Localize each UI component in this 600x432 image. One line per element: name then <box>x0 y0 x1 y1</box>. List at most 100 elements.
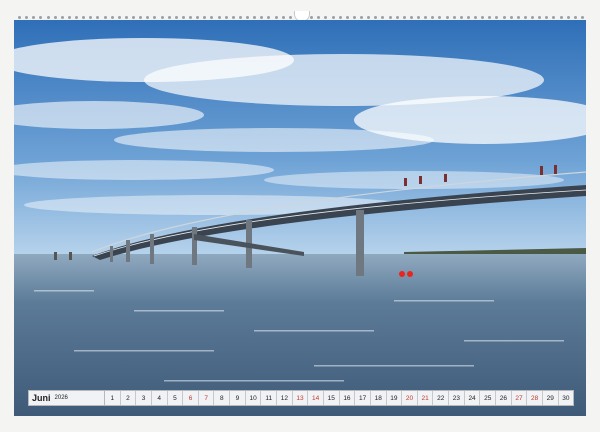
calendar-strip: Juni 2026 1 2 3 4 5 6 7 8 9 10 11 12 13 14 15 16 17 18 19 2… <box>28 390 574 406</box>
binding-ring <box>531 15 534 19</box>
day-cell: 15 <box>324 391 340 405</box>
binding-ring <box>139 15 143 19</box>
binding-ring <box>132 15 135 19</box>
binding-ring <box>274 15 278 19</box>
binding-ring <box>417 15 420 19</box>
binding-ring <box>431 15 435 19</box>
binding-ring <box>580 15 584 19</box>
binding-ring <box>338 15 342 19</box>
binding-ring <box>452 15 456 19</box>
day-cell: 27 <box>512 391 528 405</box>
binding-ring <box>18 15 21 19</box>
binding-ring <box>89 15 93 19</box>
day-cell: 18 <box>371 391 387 405</box>
binding-ring <box>67 15 71 19</box>
binding-ring <box>402 15 406 19</box>
year: 2026 <box>54 395 68 401</box>
binding-ring <box>167 15 171 19</box>
binding-ring <box>445 15 449 19</box>
day-cell: 9 <box>230 391 246 405</box>
binding-ring <box>146 15 150 19</box>
binding-ring <box>474 15 477 19</box>
binding-ring <box>203 15 207 19</box>
calendar-photo <box>14 20 586 416</box>
day-cell: 1 <box>105 391 121 405</box>
day-cell: 6 <box>183 391 199 405</box>
binding-ring <box>324 15 328 19</box>
binding-ring <box>495 15 499 19</box>
binding-ring <box>196 15 200 19</box>
binding-ring <box>438 15 442 19</box>
binding-ring <box>381 15 385 19</box>
binding-ring <box>545 15 549 19</box>
day-cell: 22 <box>433 391 450 405</box>
binding-ring <box>160 15 164 19</box>
binding-ring <box>103 15 107 19</box>
day-cell: 24 <box>465 391 481 405</box>
day-cell: 2 <box>121 391 137 405</box>
binding-ring <box>124 15 128 19</box>
day-cell: 28 <box>527 391 543 405</box>
binding-ring <box>367 15 371 19</box>
binding-ring <box>32 15 36 19</box>
day-cell: 23 <box>449 391 465 405</box>
binding-ring <box>424 15 428 19</box>
binding-ring <box>181 15 185 19</box>
binding-ring <box>82 15 86 19</box>
binding-ring <box>96 15 100 19</box>
binding-ring <box>288 15 292 19</box>
day-cell: 8 <box>214 391 231 405</box>
binding-ring <box>481 15 485 19</box>
binding-ring <box>523 15 527 19</box>
binding-ring <box>488 15 492 19</box>
binding-ring <box>46 15 50 19</box>
day-cell: 26 <box>496 391 512 405</box>
binding-ring <box>388 15 392 19</box>
binding-ring <box>317 15 321 19</box>
binding-ring <box>516 15 520 19</box>
binding-ring <box>117 15 121 19</box>
binding-ring <box>345 15 349 19</box>
binding-ring <box>231 15 235 19</box>
pier-photo-svg <box>14 20 586 416</box>
day-cell: 29 <box>543 391 559 405</box>
binding-ring <box>153 15 157 19</box>
binding-ring <box>60 15 64 19</box>
binding-ring <box>224 15 228 19</box>
day-cell: 30 <box>562 394 570 402</box>
binding-ring <box>502 15 506 19</box>
day-cell: 5 <box>168 391 184 405</box>
binding-ring <box>509 15 513 19</box>
binding-ring <box>189 15 192 19</box>
binding-ring <box>374 15 378 19</box>
day-cell: 21 <box>418 391 434 405</box>
binding-ring <box>39 15 43 19</box>
binding-ring <box>352 15 356 19</box>
day-cell: 25 <box>480 391 497 405</box>
day-cell: 10 <box>246 391 262 405</box>
month-name: Juni <box>32 393 51 403</box>
binding-ring <box>566 15 570 19</box>
month-label: Juni 2026 <box>29 391 105 405</box>
binding-ring <box>559 15 563 19</box>
day-cell: 4 <box>152 391 168 405</box>
binding-ring <box>281 15 285 19</box>
binding-ring <box>573 15 577 19</box>
day-cell: 13 <box>293 391 309 405</box>
binding-ring <box>25 15 29 19</box>
day-cell: 7 <box>199 391 215 405</box>
binding-ring <box>538 15 542 19</box>
binding-ring <box>552 15 556 19</box>
binding-ring <box>253 15 257 19</box>
binding-ring <box>409 15 413 19</box>
binding-ring <box>246 15 249 19</box>
binding-ring <box>174 15 178 19</box>
day-cell: 14 <box>308 391 324 405</box>
day-cell: 3 <box>136 391 152 405</box>
binding-ring <box>360 15 363 19</box>
binding-ring <box>331 15 335 19</box>
binding-ring <box>260 15 264 19</box>
day-cells: 1 2 3 4 5 6 7 8 9 10 11 12 13 14 15 16 17 18 19 20 21 22 23 24 2… <box>105 391 573 405</box>
binding-ring <box>217 15 221 19</box>
day-cell: 20 <box>402 391 418 405</box>
